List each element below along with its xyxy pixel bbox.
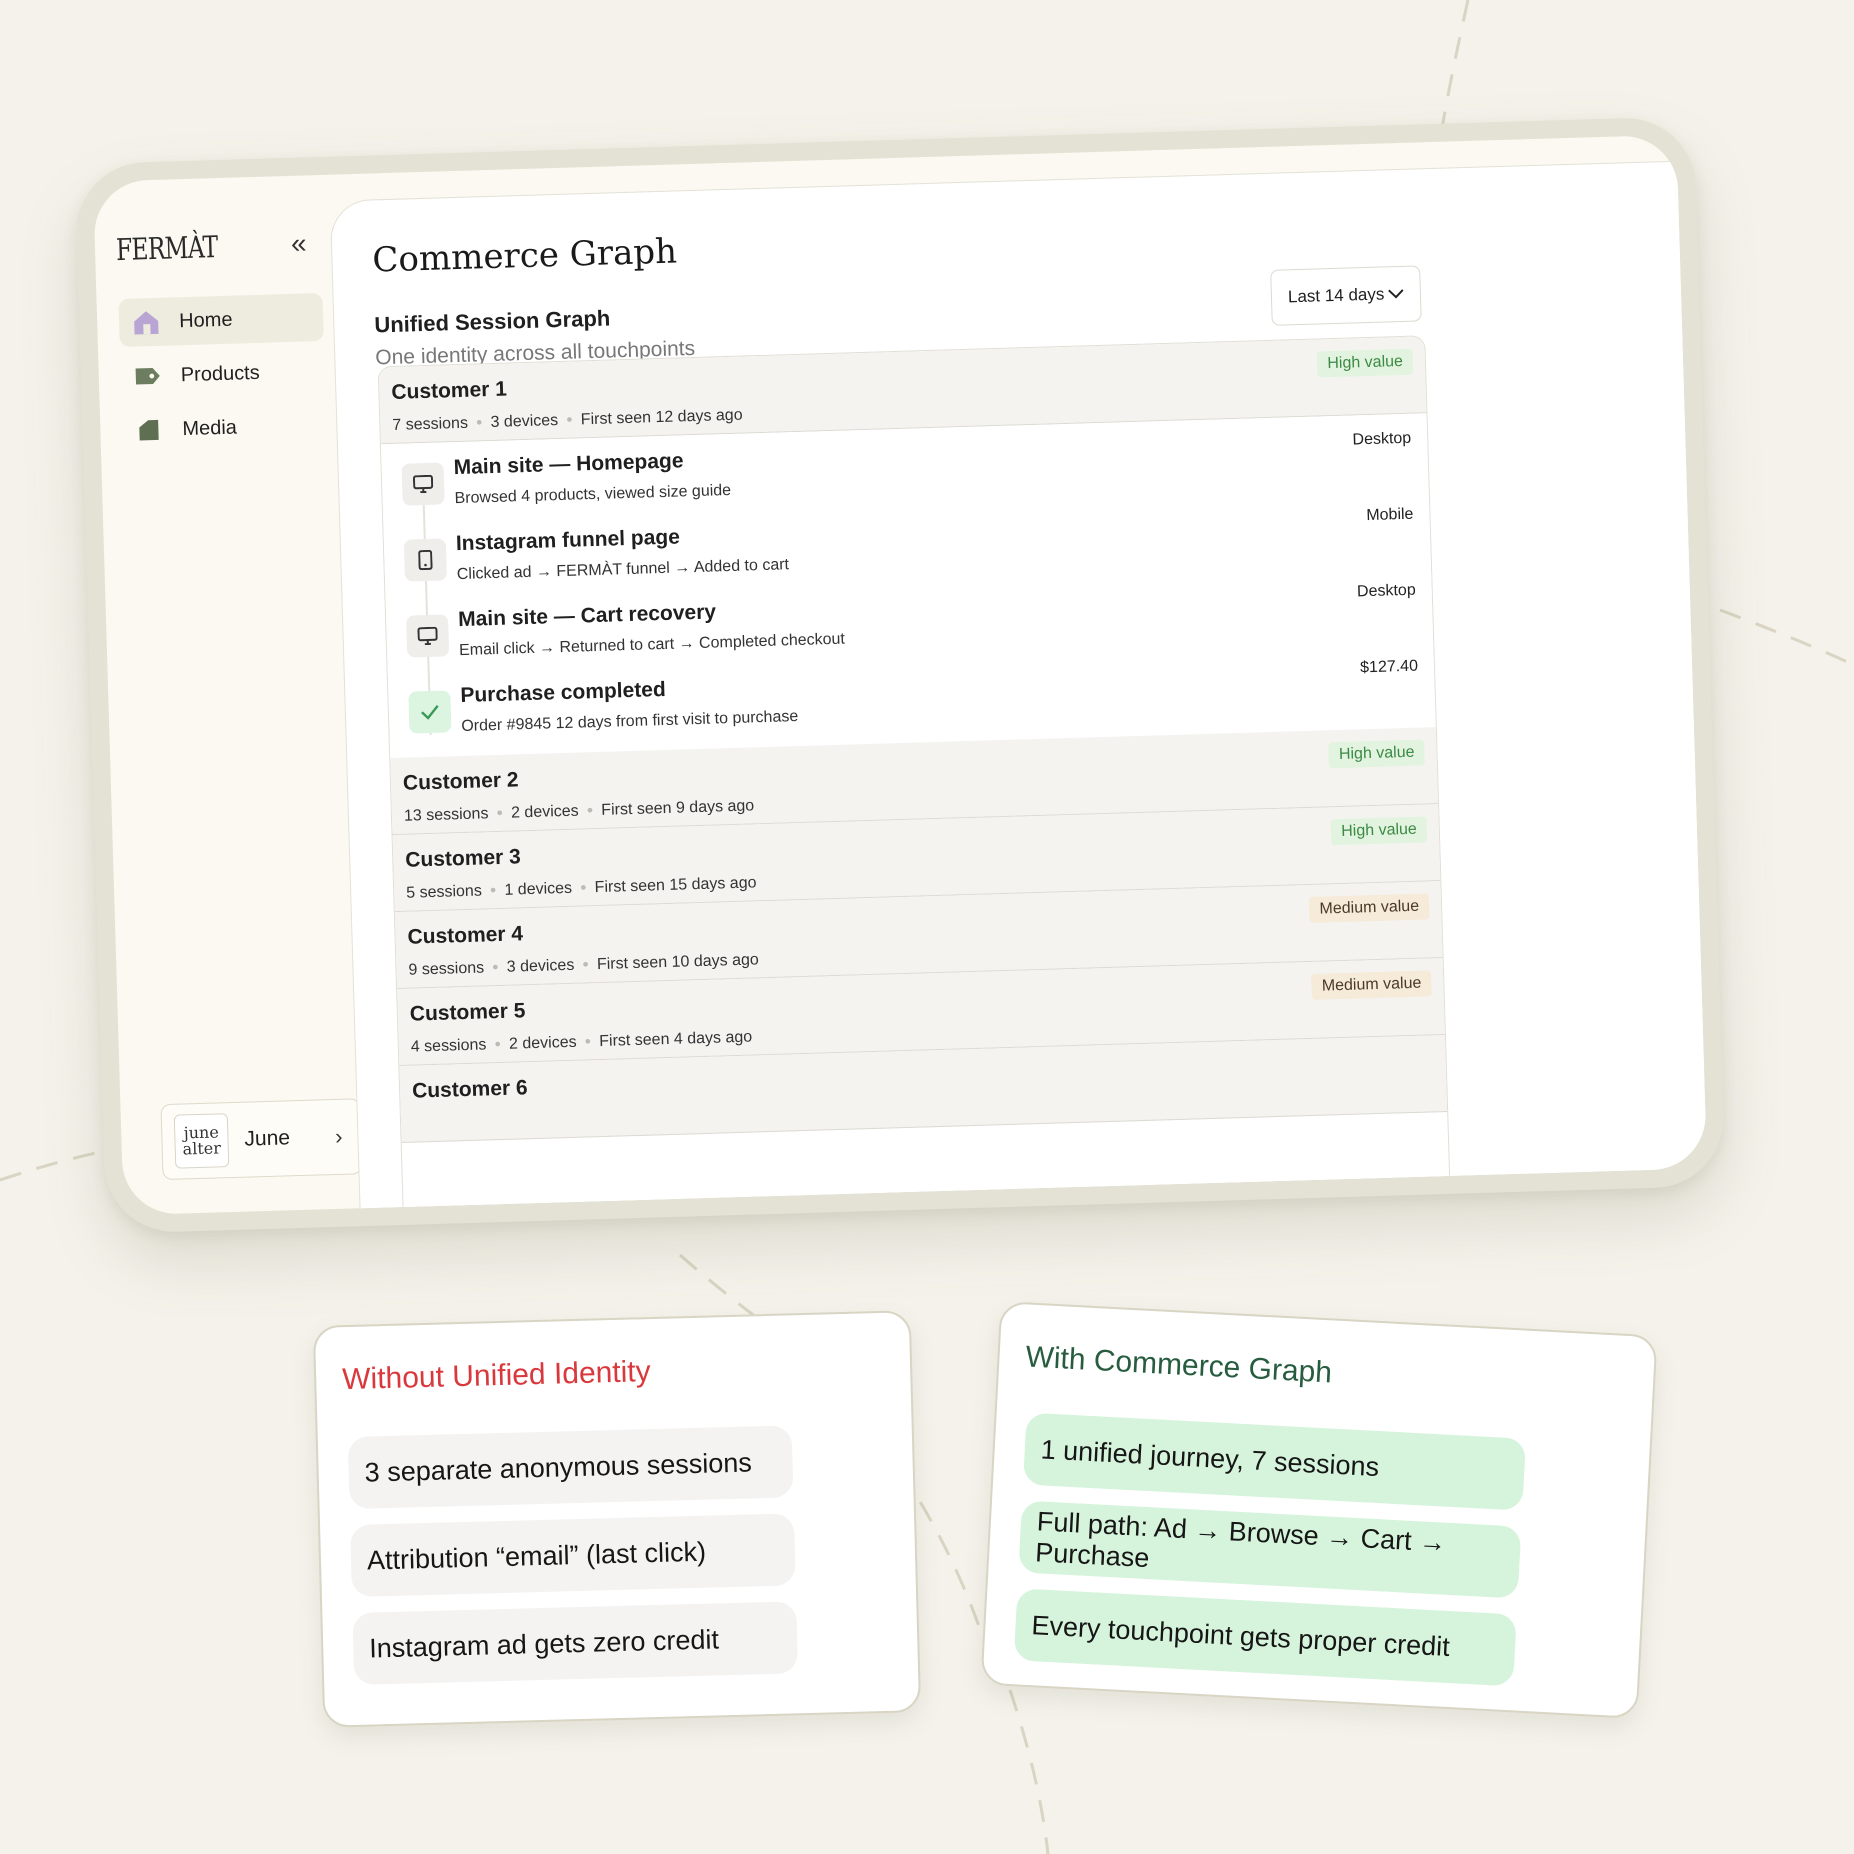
account-name: June (244, 1126, 291, 1151)
account-logo: june alter (173, 1113, 230, 1169)
customer-name: Customer 5 (409, 999, 526, 1026)
value-badge: High value (1328, 739, 1425, 769)
sidebar: FERMÀT « Home Products Media june alter … (93, 175, 363, 1216)
sidebar-item-products[interactable]: Products (120, 347, 325, 401)
customer-meta: 5 sessions ● 1 devices ● First seen 15 days … (406, 874, 757, 902)
without-unified-identity-card: Without Unified Identity 3 separate anon… (312, 1310, 922, 1728)
device-label: Desktop (1356, 581, 1416, 601)
customer-sessions: 7 sessions (392, 414, 469, 434)
media-icon (139, 419, 159, 441)
event-description: Clicked ad → FERMÀT funnel → Added to ca… (456, 556, 790, 584)
customer-devices: 3 devices (490, 412, 559, 432)
value-badge: High value (1330, 816, 1428, 846)
event-title: Purchase completed (460, 677, 667, 708)
sidebar-item-media[interactable]: Media (122, 401, 327, 455)
device-label: Mobile (1366, 505, 1414, 525)
mobile-icon (403, 538, 447, 582)
card-title: With Commerce Graph (1024, 1340, 1333, 1390)
customer-meta: 13 sessions ● 2 devices ● First seen 9 days … (403, 797, 755, 825)
customer-first-seen: First seen 4 days ago (598, 1028, 753, 1051)
event-description: Browsed 4 products, viewed size guide (454, 481, 732, 508)
tag-icon (135, 368, 160, 385)
order-amount: $127.40 (1359, 657, 1419, 677)
customer-sessions: 9 sessions (408, 959, 485, 979)
desktop-icon (406, 614, 450, 658)
sidebar-item-label: Home (178, 308, 233, 332)
section-title: Unified Session Graph (374, 305, 611, 338)
comparison-item: Every touchpoint gets proper credit (1013, 1588, 1517, 1687)
chevron-down-icon (1388, 289, 1404, 299)
customer-first-seen: First seen 12 days ago (580, 406, 743, 429)
event-title: Instagram funnel page (455, 525, 681, 556)
customer-sessions: 4 sessions (410, 1036, 487, 1056)
date-range-select[interactable]: Last 14 days (1270, 265, 1422, 326)
collapse-sidebar-icon[interactable]: « (290, 227, 307, 259)
comparison-item: 1 unified journey, 7 sessions (1022, 1412, 1527, 1511)
value-badge: Medium value (1311, 970, 1432, 1000)
customer-devices: 3 devices (506, 956, 575, 976)
tablet-frame: FERMÀT « Home Products Media june alter … (74, 116, 1726, 1234)
customer-meta: 7 sessions ● 3 devices ● First seen 12 days … (392, 406, 743, 434)
customer-meta: 4 sessions ● 2 devices ● First seen 4 days a… (410, 1028, 753, 1056)
customer-first-seen: First seen 10 days ago (596, 951, 760, 974)
event-title: Main site — Homepage (453, 449, 684, 480)
brand-logo: FERMÀT (115, 230, 218, 269)
customer-name: Customer 6 (411, 1076, 528, 1103)
customer-name: Customer 2 (402, 768, 519, 795)
app-window: FERMÀT « Home Products Media june alter … (93, 134, 1707, 1216)
customer-devices: 2 devices (510, 802, 579, 822)
main-content: Commerce Graph Unified Session Graph One… (329, 159, 1707, 1216)
check-icon (408, 690, 452, 734)
customer-first-seen: First seen 15 days ago (594, 874, 757, 897)
sidebar-item-home[interactable]: Home (118, 292, 324, 347)
device-label: Desktop (1352, 429, 1412, 449)
customer-name: Customer 4 (407, 922, 524, 949)
account-logo-line2: alter (182, 1138, 222, 1159)
customer-name: Customer 1 (391, 377, 508, 404)
customer-first-seen: First seen 9 days ago (601, 797, 755, 819)
sidebar-item-label: Products (180, 361, 261, 386)
date-range-value: Last 14 days (1287, 284, 1385, 307)
customer-devices: 2 devices (508, 1033, 577, 1053)
home-icon (134, 311, 159, 335)
value-badge: High value (1316, 348, 1414, 378)
desktop-icon (401, 462, 445, 506)
customer-sessions: 13 sessions (403, 805, 489, 825)
customer-name: Customer 3 (404, 845, 522, 872)
card-title: Without Unified Identity (341, 1355, 652, 1397)
comparison-item: 3 separate anonymous sessions (347, 1425, 794, 1509)
comparison-item: Full path: Ad → Browse → Cart → Purchase (1018, 1500, 1522, 1599)
with-commerce-graph-card: With Commerce Graph 1 unified journey, 7… (980, 1301, 1658, 1719)
sidebar-nav: Home Products Media (118, 292, 328, 461)
customer-sessions: 5 sessions (406, 882, 483, 902)
chevron-right-icon: › (334, 1123, 343, 1149)
comparison-item: Attribution “email” (last click) (350, 1513, 796, 1597)
account-switcher[interactable]: june alter June › (160, 1098, 363, 1181)
page-title: Commerce Graph (371, 231, 678, 281)
value-badge: Medium value (1309, 893, 1430, 923)
customer-list: Customer 1 7 sessions ● 3 devices ● First se… (377, 335, 1452, 1216)
comparison-item: Instagram ad gets zero credit (352, 1601, 799, 1685)
session-timeline: Main site — Homepage Browsed 4 products,… (380, 413, 1436, 759)
customer-devices: 1 devices (504, 879, 573, 899)
event-description: Order #9845 12 days from first visit to … (461, 708, 799, 736)
sidebar-item-label: Media (182, 416, 238, 440)
event-description: Email click → Returned to cart → Complet… (458, 630, 846, 660)
customer-meta: 9 sessions ● 3 devices ● First seen 10 days … (408, 951, 760, 979)
event-title: Main site — Cart recovery (457, 600, 717, 632)
